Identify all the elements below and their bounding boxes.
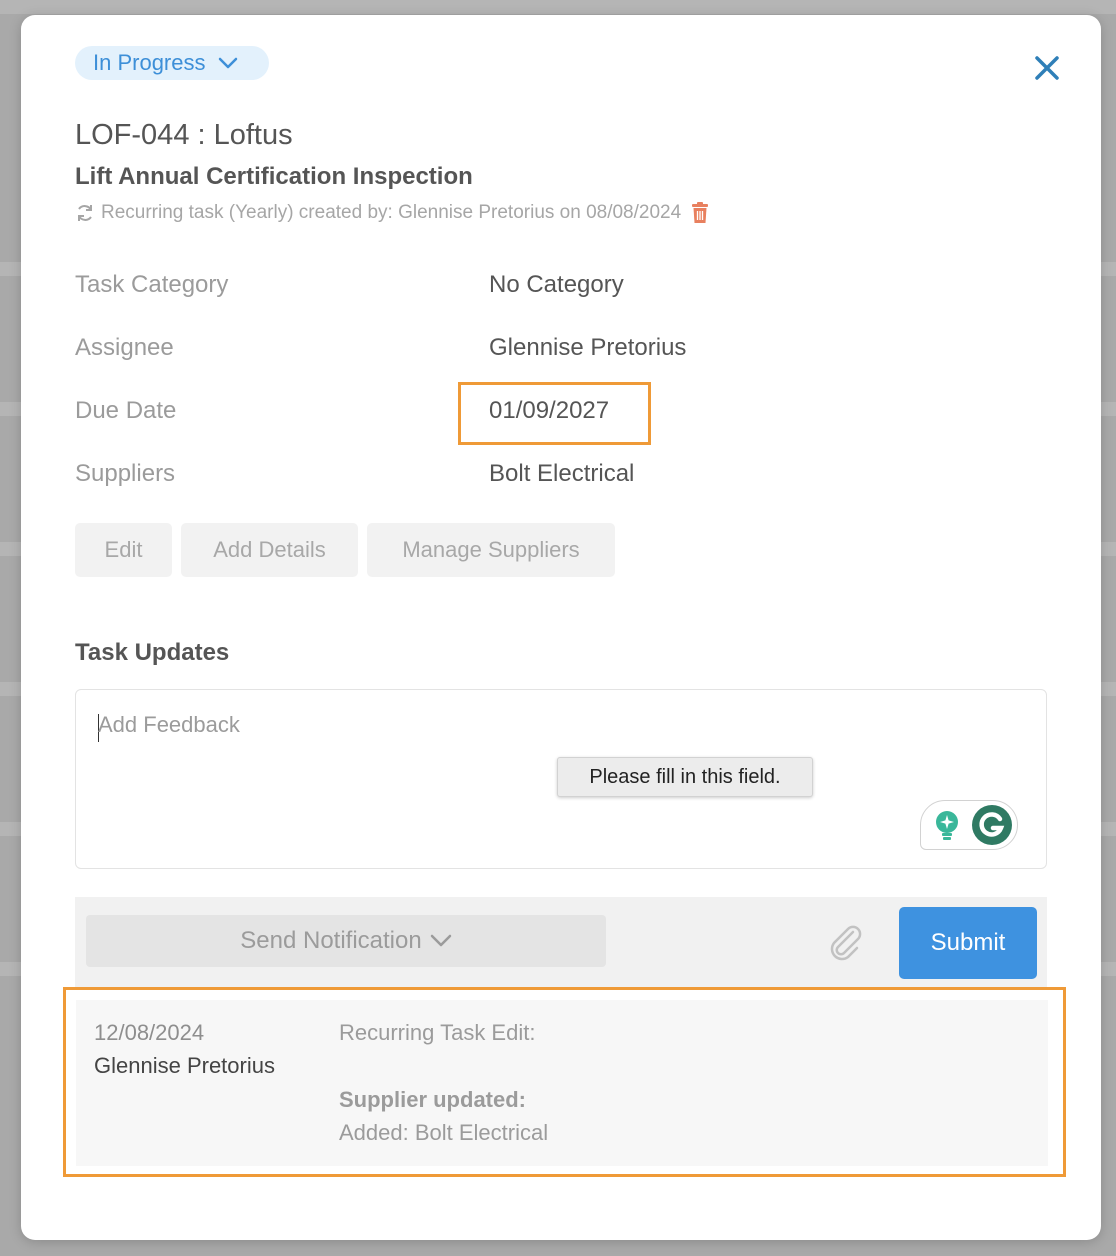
lightbulb-icon[interactable] [933,810,961,842]
trash-icon[interactable] [691,202,709,224]
send-notification-dropdown[interactable]: Send Notification [86,915,606,967]
manage-suppliers-button[interactable]: Manage Suppliers [367,523,615,577]
category-label: Task Category [75,271,229,298]
update-entry: 12/08/2024 Glennise Pretorius Recurring … [76,1000,1048,1166]
status-dropdown[interactable]: In Progress [75,46,269,80]
task-updates-title: Task Updates [75,639,230,666]
feedback-placeholder: Add Feedback [98,712,240,737]
task-code-title: LOF-044 : Loftus [75,119,293,151]
background-stripe [0,0,1116,14]
recurring-text: Recurring task (Yearly) created by: Glen… [101,202,682,223]
update-kind: Recurring Task Edit: [339,1020,536,1045]
chevron-down-icon [430,934,451,947]
submit-button[interactable]: Submit [899,907,1037,979]
grammarly-icon[interactable] [971,804,1013,846]
task-modal: In Progress LOF-044 : Loftus Lift Annual… [21,15,1101,1240]
update-date: 12/08/2024 [94,1020,205,1045]
update-user: Glennise Pretorius [94,1053,275,1078]
suppliers-value: Bolt Electrical [489,460,635,487]
assignee-label: Assignee [75,334,174,361]
update-toolbar: Send Notification Submit [75,897,1047,987]
update-heading: Supplier updated: [339,1087,526,1112]
update-entry-highlight: 12/08/2024 Glennise Pretorius Recurring … [63,987,1066,1177]
grammarly-widget[interactable] [920,800,1018,850]
validation-tooltip: Please fill in this field. [557,757,813,797]
paperclip-icon[interactable] [827,923,863,961]
status-label: In Progress [93,50,206,75]
edit-button[interactable]: Edit [75,523,172,577]
close-icon[interactable] [1029,50,1065,86]
due-date-label: Due Date [75,397,177,424]
suppliers-label: Suppliers [75,460,176,487]
task-name: Lift Annual Certification Inspection [75,163,473,190]
add-details-button[interactable]: Add Details [181,523,358,577]
refresh-icon [75,203,95,223]
update-detail: Added: Bolt Electrical [339,1120,549,1145]
assignee-value: Glennise Pretorius [489,334,687,361]
chevron-down-icon [218,57,237,69]
recurring-info: Recurring task (Yearly) created by: Glen… [75,202,709,224]
due-date-value: 01/09/2027 [489,397,610,424]
send-notification-label: Send Notification [240,927,422,954]
category-value: No Category [489,271,624,298]
